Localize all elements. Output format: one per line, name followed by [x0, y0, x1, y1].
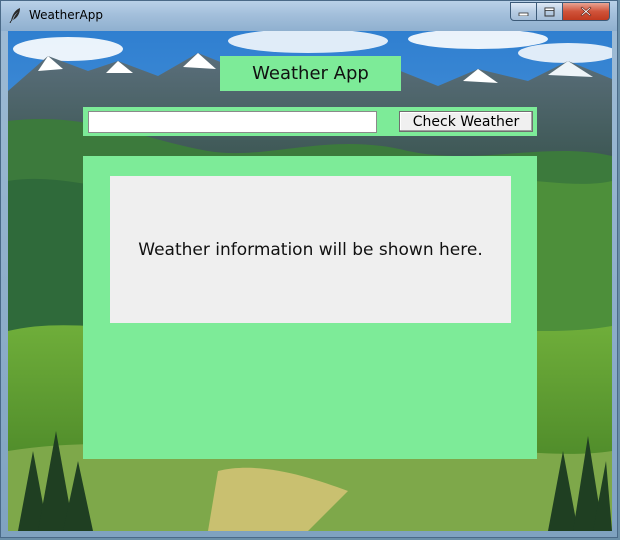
window-title: WeatherApp — [29, 8, 103, 22]
weather-panel: Weather information will be shown here. — [83, 156, 537, 459]
city-input[interactable] — [88, 111, 377, 133]
check-weather-button[interactable]: Check Weather — [399, 111, 533, 132]
feather-icon — [9, 8, 20, 23]
close-button[interactable] — [562, 2, 610, 21]
maximize-icon — [544, 7, 555, 16]
search-bar: Check Weather — [83, 107, 537, 136]
app-header: Weather App — [220, 56, 401, 91]
minimize-icon — [518, 12, 529, 16]
weather-info-box: Weather information will be shown here. — [110, 176, 511, 323]
weather-info-text: Weather information will be shown here. — [138, 239, 483, 260]
title-bar[interactable]: WeatherApp — [1, 1, 617, 31]
minimize-button[interactable] — [510, 2, 537, 21]
app-window: WeatherApp Weather App Check Weather Wea… — [0, 0, 618, 538]
maximize-button[interactable] — [536, 2, 563, 21]
app-client-area: Weather App Check Weather Weather inform… — [8, 31, 612, 531]
close-icon — [580, 6, 592, 17]
